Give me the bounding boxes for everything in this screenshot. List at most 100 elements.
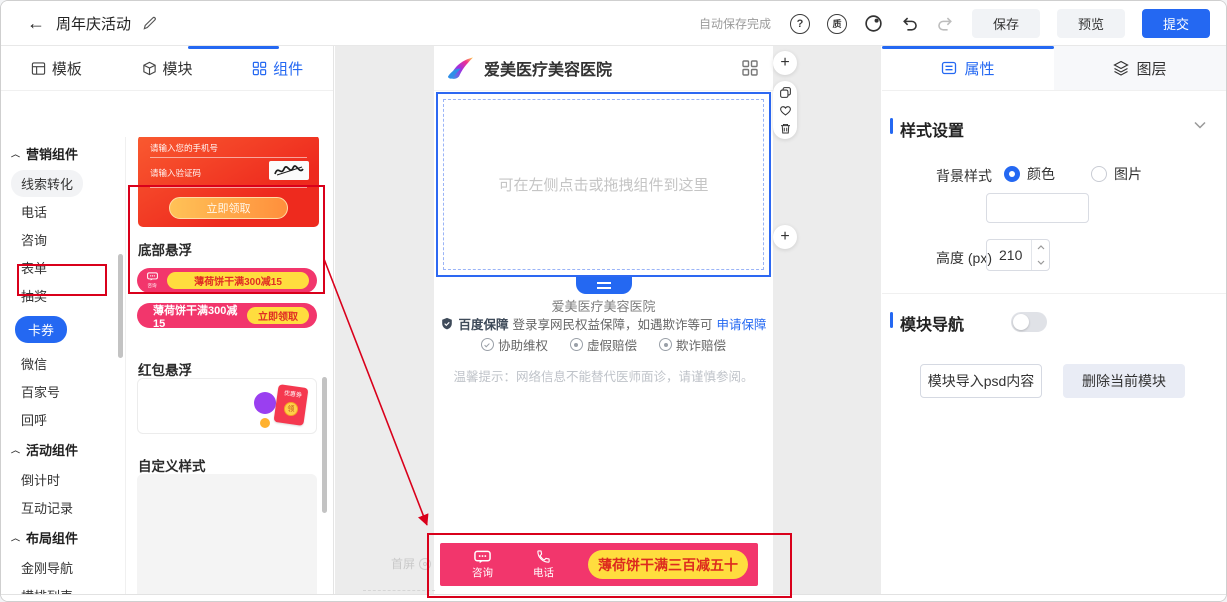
right-panel: 属性 图层 样式设置 背景样式 颜色 图片 高度 (px) 210 bbox=[882, 46, 1226, 594]
radio-image[interactable]: 图片 bbox=[1091, 164, 1142, 184]
tab-modules[interactable]: 模块 bbox=[112, 46, 223, 90]
guarantee-link[interactable]: 申请保障 bbox=[717, 314, 767, 333]
bottom-floating-bar[interactable]: 咨询 电话 薄荷饼干满三百减五十 bbox=[440, 543, 758, 586]
module-nav-toggle[interactable] bbox=[1011, 312, 1047, 332]
tab-properties-label: 属性 bbox=[964, 58, 994, 79]
phone-label: 电话 bbox=[533, 565, 554, 580]
right-tab-active-indicator bbox=[882, 46, 1054, 49]
page-title: 周年庆活动 bbox=[56, 13, 131, 34]
delete-module-button[interactable]: 删除当前模块 bbox=[1063, 364, 1185, 398]
code-placeholder: 请输入验证码 bbox=[150, 167, 201, 179]
grid-menu-icon[interactable] bbox=[741, 59, 759, 77]
sidebar-item-label: 金刚导航 bbox=[21, 558, 73, 577]
tab-layers-label: 图层 bbox=[1136, 58, 1166, 79]
edit-title-icon[interactable] bbox=[142, 16, 157, 31]
tab-properties[interactable]: 属性 bbox=[882, 46, 1054, 90]
favorite-heart-icon[interactable] bbox=[779, 104, 792, 117]
tab-components[interactable]: 组件 bbox=[222, 46, 333, 90]
submit-button[interactable]: 提交 bbox=[1142, 9, 1210, 38]
properties-icon bbox=[941, 60, 957, 76]
sidebar-item-coupon[interactable]: 卡券 bbox=[1, 309, 125, 349]
sidebar-scrollbar[interactable] bbox=[118, 254, 123, 358]
preview-button[interactable]: 预览 bbox=[1057, 9, 1125, 38]
copy-icon[interactable] bbox=[779, 86, 792, 99]
site-header: 爱美医疗美容医院 bbox=[434, 46, 773, 91]
sidebar-item-horizontal-list[interactable]: 横排列表 bbox=[1, 581, 125, 594]
footer-company: 爱美医疗美容医院 bbox=[434, 296, 773, 315]
back-icon[interactable]: ← bbox=[27, 13, 45, 34]
height-value[interactable]: 210 bbox=[987, 240, 1031, 270]
sidebar-item-label: 线索转化 bbox=[11, 170, 83, 197]
height-input[interactable]: 210 bbox=[986, 239, 1050, 271]
guarantee-brand: 百度保障 bbox=[458, 314, 508, 333]
module-drag-handle[interactable] bbox=[576, 277, 632, 294]
selected-module-dropzone[interactable]: 可在左侧点击或拖拽组件到这里 bbox=[436, 92, 771, 277]
first-screen-marker: 首屏 bbox=[391, 555, 431, 572]
delete-trash-icon[interactable] bbox=[779, 122, 792, 135]
group-header-label: 布局组件 bbox=[26, 528, 78, 547]
sidebar-item-form[interactable]: 表单 bbox=[1, 253, 125, 281]
redo-icon[interactable] bbox=[936, 14, 955, 33]
red-packet-float-preview[interactable]: 优惠券 领 bbox=[137, 378, 317, 434]
sidebar-item-countdown[interactable]: 倒计时 bbox=[1, 465, 125, 493]
import-psd-button[interactable]: 模块导入psd内容 bbox=[920, 364, 1042, 398]
stepper-down-icon[interactable] bbox=[1032, 255, 1049, 270]
section-accent-bar bbox=[890, 312, 893, 328]
theme-icon[interactable] bbox=[864, 14, 883, 33]
help-icon[interactable]: ? bbox=[790, 14, 810, 34]
sidebar-item-label: 互动记录 bbox=[21, 498, 73, 517]
editor-canvas: 爱美医疗美容医院 可在左侧点击或拖拽组件到这里 爱美医疗美容医院 百度保障 登录… bbox=[335, 46, 881, 594]
add-module-below-button[interactable]: + bbox=[773, 225, 797, 249]
add-module-above-button[interactable]: + bbox=[773, 51, 797, 75]
lead-form-preview[interactable]: 请输入您的手机号 请输入验证码 立即领取 bbox=[138, 137, 319, 227]
save-button[interactable]: 保存 bbox=[972, 9, 1040, 38]
bg-color-input[interactable] bbox=[986, 193, 1089, 223]
sidebar-item-label: 百家号 bbox=[21, 382, 60, 401]
shield-icon bbox=[440, 317, 454, 331]
group-header-layout[interactable]: ︿布局组件 bbox=[1, 521, 125, 553]
site-name: 爱美医疗美容医院 bbox=[484, 56, 612, 80]
coin-icon: 领 bbox=[284, 402, 298, 416]
tab-templates-label: 模板 bbox=[52, 58, 82, 79]
bottom-float-style-2[interactable]: 薄荷饼干满300减15 立即领取 bbox=[137, 303, 317, 328]
component-list-scrollbar[interactable] bbox=[322, 377, 327, 513]
sidebar-item-interaction-record[interactable]: 互动记录 bbox=[1, 493, 125, 521]
module-icon bbox=[142, 61, 157, 76]
sidebar-item-phone[interactable]: 电话 bbox=[1, 197, 125, 225]
consult-label: 咨询 bbox=[472, 565, 493, 580]
sidebar-item-king-kong-nav[interactable]: 金刚导航 bbox=[1, 553, 125, 581]
bottom-bar-phone[interactable]: 电话 bbox=[533, 549, 554, 580]
badge-fraud-claim: 欺诈赔偿 bbox=[659, 335, 726, 354]
sidebar-item-wechat[interactable]: 微信 bbox=[1, 349, 125, 377]
bottom-bar-coupon-button[interactable]: 薄荷饼干满三百减五十 bbox=[588, 550, 748, 579]
group-header-activity[interactable]: ︿活动组件 bbox=[1, 433, 125, 465]
sidebar-item-consult[interactable]: 咨询 bbox=[1, 225, 125, 253]
quality-icon[interactable]: 质 bbox=[827, 14, 847, 34]
bg-style-options: 颜色 图片 bbox=[1004, 164, 1142, 184]
dropzone-hint: 可在左侧点击或拖拽组件到这里 bbox=[498, 174, 708, 195]
footer-tip: 温馨提示：网络信息不能替代医师面诊，请谨慎参阅。 bbox=[434, 366, 773, 385]
left-tab-active-indicator bbox=[188, 46, 279, 49]
undo-icon[interactable] bbox=[900, 14, 919, 33]
sidebar-item-lead-conversion[interactable]: 线索转化 bbox=[1, 169, 125, 197]
phone-preview: 爱美医疗美容医院 可在左侧点击或拖拽组件到这里 爱美医疗美容医院 百度保障 登录… bbox=[434, 46, 773, 594]
radio-color[interactable]: 颜色 bbox=[1004, 164, 1055, 184]
sidebar-item-baijiahao[interactable]: 百家号 bbox=[1, 377, 125, 405]
custom-style-preview[interactable]: 薄荷饼干 满三百减五十元 bbox=[137, 474, 317, 594]
stepper-up-icon[interactable] bbox=[1032, 240, 1049, 255]
bottom-float-style-1[interactable]: 咨询 薄荷饼干满300减15 bbox=[137, 268, 317, 293]
collapse-caret-icon: ︿ bbox=[11, 148, 20, 158]
module-nav-title: 模块导航 bbox=[900, 311, 964, 335]
bottom-bar-consult[interactable]: 咨询 bbox=[472, 550, 493, 580]
badge-assist: 协助维权 bbox=[481, 335, 548, 354]
right-panel-tabs: 属性 图层 bbox=[882, 46, 1226, 91]
tab-layers[interactable]: 图层 bbox=[1054, 46, 1226, 90]
sidebar-item-callback[interactable]: 回呼 bbox=[1, 405, 125, 433]
chevron-down-icon[interactable] bbox=[1194, 121, 1206, 129]
sidebar-item-lottery[interactable]: 抽奖 bbox=[1, 281, 125, 309]
tab-templates[interactable]: 模板 bbox=[1, 46, 112, 90]
drag-handle-icon bbox=[597, 282, 611, 289]
radio-selected-icon bbox=[1004, 166, 1020, 182]
group-header-marketing[interactable]: ︿营销组件 bbox=[1, 137, 125, 169]
topbar-right: 自动保存完成 ? 质 保存 预览 提交 bbox=[699, 1, 1210, 46]
